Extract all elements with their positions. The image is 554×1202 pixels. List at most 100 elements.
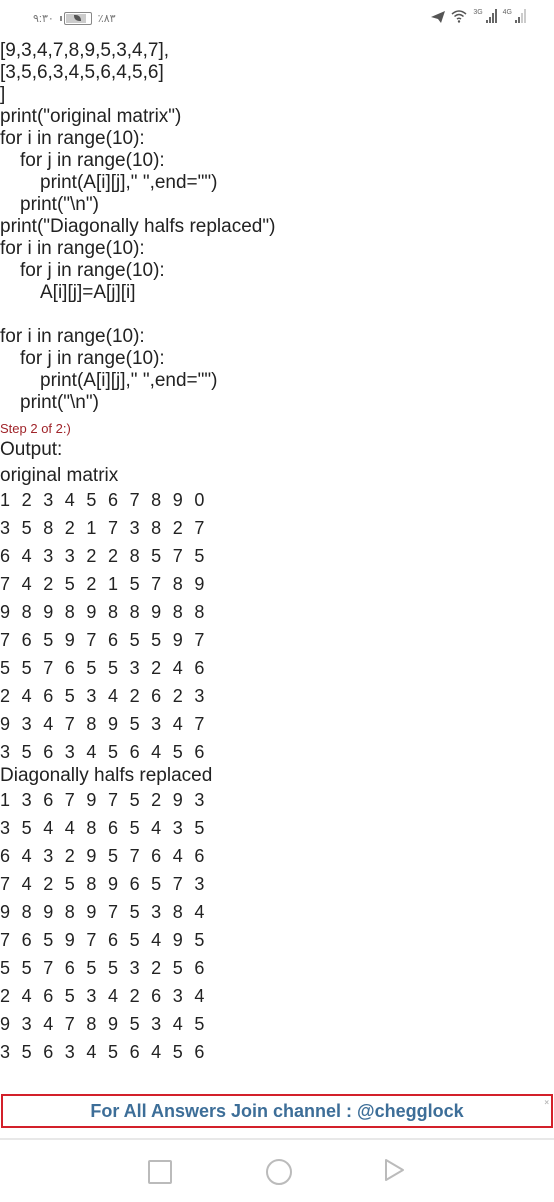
matrix-cell: 5	[21, 518, 32, 538]
step-label: Step 2 of 2:)	[0, 421, 71, 436]
code-line: for j in range(10):	[20, 260, 165, 281]
matrix-cell: 4	[43, 714, 54, 734]
home-button[interactable]	[266, 1159, 292, 1185]
matrix-cell: 7	[0, 930, 11, 950]
matrix-cell: 7	[194, 714, 205, 734]
matrix-cell: 2	[151, 658, 162, 678]
matrix-cell: 3	[129, 518, 140, 538]
matrix-cell: 1	[86, 518, 97, 538]
banner-text[interactable]: For All Answers Join channel : @cheggloc…	[90, 1101, 463, 1122]
matrix-cell: 2	[151, 790, 162, 810]
back-button[interactable]	[383, 1158, 405, 1182]
matrix-row: 7425896573	[0, 870, 554, 898]
matrix-cell: 5	[172, 958, 183, 978]
matrix-row: 1367975293	[0, 786, 554, 814]
matrix-cell: 3	[64, 546, 75, 566]
matrix-cell: 1	[107, 574, 118, 594]
matrix-cell: 9	[86, 602, 97, 622]
matrix-cell: 7	[107, 902, 118, 922]
matrix-cell: 7	[64, 714, 75, 734]
matrix-cell: 7	[86, 930, 97, 950]
matrix-row: 5576553246	[0, 654, 554, 682]
matrix-row: 5576553256	[0, 954, 554, 982]
matrix-cell: 5	[129, 902, 140, 922]
matrix-cell: 0	[194, 490, 205, 510]
matrix-cell: 3	[21, 790, 32, 810]
matrix-cell: 7	[151, 574, 162, 594]
matrix-cell: 2	[43, 874, 54, 894]
matrix-cell: 8	[86, 818, 97, 838]
matrix-row: 3563456456	[0, 738, 554, 766]
matrix-cell: 7	[107, 518, 118, 538]
matrix-cell: 5	[21, 742, 32, 762]
matrix-cell: 6	[107, 490, 118, 510]
matrix-cell: 3	[172, 818, 183, 838]
matrix-cell: 5	[151, 546, 162, 566]
matrix-cell: 4	[172, 1014, 183, 1034]
matrix-cell: 3	[86, 986, 97, 1006]
matrix-cell: 3	[172, 986, 183, 1006]
matrix-cell: 6	[43, 686, 54, 706]
matrix-cell: 6	[43, 1042, 54, 1062]
recents-button[interactable]	[148, 1160, 172, 1184]
matrix-cell: 3	[0, 742, 11, 762]
matrix-cell: 8	[21, 902, 32, 922]
matrix-cell: 2	[0, 686, 11, 706]
code-line: for j in range(10):	[20, 348, 165, 369]
matrix-cell: 7	[172, 546, 183, 566]
matrix-cell: 3	[43, 546, 54, 566]
matrix-cell: 7	[172, 874, 183, 894]
matrix-cell: 4	[21, 846, 32, 866]
matrix-cell: 8	[172, 602, 183, 622]
code-line: for j in range(10):	[20, 150, 165, 171]
matrix-cell: 5	[194, 546, 205, 566]
matrix-cell: 2	[151, 958, 162, 978]
matrix-cell: 8	[107, 602, 118, 622]
matrix-cell: 7	[129, 846, 140, 866]
matrix-row: 3582173827	[0, 514, 554, 542]
matrix-cell: 3	[0, 1042, 11, 1062]
matrix-cell: 8	[129, 602, 140, 622]
matrix-cell: 9	[172, 790, 183, 810]
matrix-cell: 2	[172, 518, 183, 538]
matrix-cell: 9	[0, 902, 11, 922]
matrix-cell: 9	[107, 1014, 118, 1034]
matrix-cell: 4	[151, 818, 162, 838]
matrix-row: 9898975384	[0, 898, 554, 926]
matrix-cell: 4	[64, 490, 75, 510]
matrix-cell: 7	[129, 490, 140, 510]
status-bar: ٩:٣٠ ٪٨٣ 3G 4G	[0, 0, 554, 38]
code-line: print("\n")	[20, 194, 99, 215]
matrix-cell: 9	[43, 902, 54, 922]
matrix-cell: 4	[21, 574, 32, 594]
matrix-cell: 4	[21, 986, 32, 1006]
matrix-cell: 9	[107, 714, 118, 734]
matrix-cell: 4	[43, 818, 54, 838]
matrix-cell: 4	[64, 818, 75, 838]
answer-content: [9,3,4,7,8,9,5,3,4,7], [3,5,6,3,4,5,6,4,5…	[0, 40, 554, 1066]
code-line: [9,3,4,7,8,9,5,3,4,7],	[0, 40, 170, 61]
matrix-cell: 8	[64, 602, 75, 622]
matrix-cell: 6	[21, 930, 32, 950]
matrix-cell: 6	[129, 1042, 140, 1062]
matrix-cell: 6	[129, 742, 140, 762]
matrix-cell: 8	[43, 518, 54, 538]
matrix-cell: 3	[86, 686, 97, 706]
matrix-cell: 1	[0, 490, 11, 510]
channel-banner[interactable]: For All Answers Join channel : @cheggloc…	[1, 1094, 553, 1128]
matrix-cell: 5	[21, 818, 32, 838]
matrix-cell: 4	[151, 742, 162, 762]
close-icon[interactable]: ×	[544, 1098, 549, 1107]
network-type-1: 3G	[473, 9, 483, 16]
matrix-cell: 7	[0, 574, 11, 594]
matrix-cell: 4	[107, 686, 118, 706]
matrix-cell: 5	[129, 574, 140, 594]
wifi-icon	[451, 10, 467, 23]
matrix-cell: 4	[194, 986, 205, 1006]
matrix-cell: 3	[21, 1014, 32, 1034]
signal-icon	[515, 9, 526, 23]
matrix-cell: 4	[43, 1014, 54, 1034]
matrix-cell: 5	[21, 658, 32, 678]
matrix-cell: 5	[21, 958, 32, 978]
